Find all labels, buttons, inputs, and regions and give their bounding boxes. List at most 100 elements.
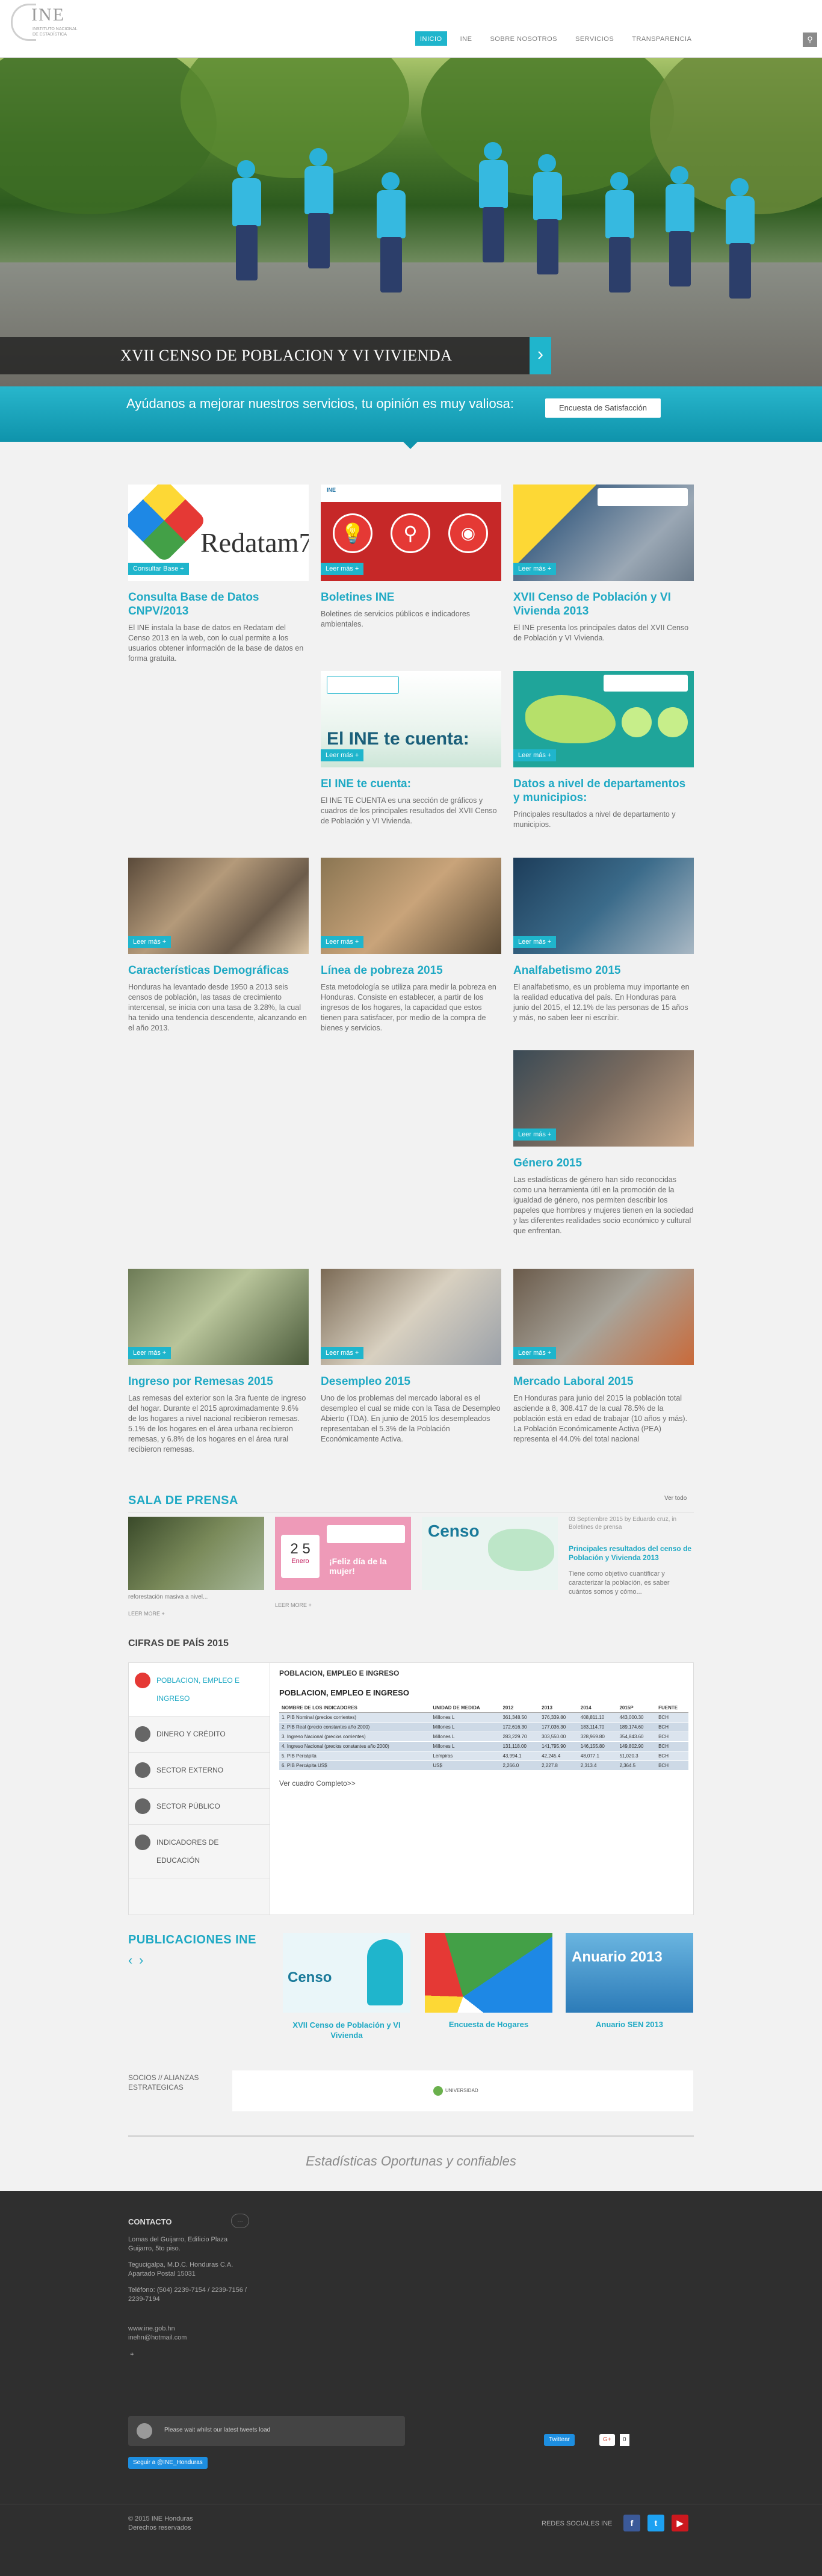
card-text: El analfabetismo, es un problema muy imp… bbox=[513, 983, 690, 1022]
card-more-button[interactable]: Leer más + bbox=[321, 749, 364, 761]
card-title[interactable]: Datos a nivel de departamentos y municip… bbox=[513, 777, 694, 805]
table-cell: 2,313.4 bbox=[578, 1760, 617, 1771]
nav-item-transparencia[interactable]: TRANSPARENCIA bbox=[627, 31, 696, 46]
card-title[interactable]: Línea de pobreza 2015 bbox=[321, 964, 501, 977]
card-title[interactable]: Analfabetismo 2015 bbox=[513, 964, 694, 977]
tweet-loading-text: Please wait whilst our latest tweets loa… bbox=[164, 2427, 271, 2433]
card-departamentos: Leer más + Datos a nivel de departamento… bbox=[513, 671, 694, 830]
nav-item-servicios[interactable]: SERVICIOS bbox=[570, 31, 619, 46]
table-cell: BCH bbox=[656, 1751, 688, 1761]
redatam-logo-shape bbox=[128, 485, 207, 563]
card-title[interactable]: Género 2015 bbox=[513, 1156, 694, 1170]
chevron-right-icon[interactable]: › bbox=[139, 1952, 143, 1968]
search-icon[interactable]: ⚲ bbox=[803, 33, 817, 47]
chevron-right-icon[interactable]: › bbox=[530, 337, 551, 374]
card-title[interactable]: Consulta Base de Datos CNPV/2013 bbox=[128, 590, 309, 618]
footer-web-link[interactable]: www.ine.gob.hn bbox=[128, 2324, 175, 2333]
card-title[interactable]: Mercado Laboral 2015 bbox=[513, 1375, 694, 1389]
card-image[interactable]: El INE te cuenta: Leer más + bbox=[321, 671, 501, 767]
site-footer: CONTACTO … Lomas del Guijarro, Edificio … bbox=[0, 2191, 822, 2576]
card-image[interactable]: INE 💡 ⚲ ◉ Leer más + bbox=[321, 485, 501, 581]
press-item[interactable] bbox=[128, 1517, 264, 1590]
card-image[interactable]: Leer más + bbox=[513, 671, 694, 767]
facebook-icon[interactable]: f bbox=[623, 2515, 640, 2531]
table-row: 6. PIB Percápita US$ US$ 2,266.0 2,227.8 2,3… bbox=[279, 1760, 688, 1771]
table-cell: 43,994.1 bbox=[500, 1751, 540, 1761]
footer-email-link[interactable]: inehn@hotmail.com bbox=[128, 2333, 187, 2342]
location-pin-icon[interactable]: ⌖ bbox=[130, 2350, 134, 2359]
twitter-icon[interactable]: t bbox=[647, 2515, 664, 2531]
card-title[interactable]: Ingreso por Remesas 2015 bbox=[128, 1375, 309, 1389]
census-worker-figure bbox=[530, 154, 566, 274]
gplus-button[interactable]: G+ bbox=[599, 2434, 615, 2446]
card-image[interactable]: Leer más + bbox=[321, 1269, 501, 1365]
card-more-button[interactable]: Leer más + bbox=[513, 749, 557, 761]
card-image[interactable]: Leer más + bbox=[128, 1269, 309, 1365]
card-image[interactable]: Leer más + bbox=[128, 858, 309, 954]
site-logo[interactable]: INE INSTITUTO NACIONAL DE ESTADÍSTICA bbox=[11, 4, 101, 46]
card-more-button[interactable]: Leer más + bbox=[513, 1347, 557, 1359]
cifras-tab-publico[interactable]: SECTOR PÚBLICO bbox=[129, 1789, 270, 1825]
press-view-all-link[interactable]: Ver todo bbox=[664, 1495, 687, 1502]
calendar-icon: 2 5 Enero bbox=[281, 1535, 320, 1578]
survey-band: Ayúdanos a mejorar nuestros servicios, t… bbox=[0, 386, 822, 449]
card-title[interactable]: Boletines INE bbox=[321, 590, 501, 604]
publication-title[interactable]: XVII Censo de Población y VI Vivienda bbox=[283, 2020, 410, 2040]
card-more-button[interactable]: Leer más + bbox=[321, 563, 364, 575]
table-cell: 141,795.90 bbox=[539, 1741, 578, 1751]
publication-cover[interactable]: Anuario 2013 bbox=[566, 1933, 693, 2013]
card-more-button[interactable]: Leer más + bbox=[321, 1347, 364, 1359]
card-more-button[interactable]: Leer más + bbox=[128, 936, 172, 948]
table-cell: 149,802.90 bbox=[617, 1741, 657, 1751]
card-image[interactable]: Leer más + bbox=[513, 858, 694, 954]
publications-title: PUBLICACIONES INE bbox=[128, 1933, 256, 1946]
nav-item-sobre-nosotros[interactable]: SOBRE NOSOTROS bbox=[485, 31, 562, 46]
cifras-full-table-link[interactable]: Ver cuadro Completo>> bbox=[279, 1779, 688, 1788]
twitter-tweet-button[interactable]: Twittear bbox=[544, 2434, 575, 2446]
card-image[interactable]: Leer más + bbox=[321, 858, 501, 954]
chevron-left-icon[interactable]: ‹ bbox=[128, 1952, 132, 1968]
publication-cover[interactable] bbox=[425, 1933, 552, 2013]
table-cell: 51,020.3 bbox=[617, 1751, 657, 1761]
publication-title[interactable]: Encuesta de Hogares bbox=[425, 2020, 552, 2029]
publication-title[interactable]: Anuario SEN 2013 bbox=[566, 2020, 693, 2029]
press-headline-link[interactable]: Principales resultados del censo de Pobl… bbox=[569, 1544, 694, 1562]
cifras-tab-dinero[interactable]: DINERO Y CRÉDITO bbox=[129, 1717, 270, 1753]
card-image[interactable]: Leer más + bbox=[513, 1050, 694, 1147]
table-cell: Millones L bbox=[430, 1722, 501, 1732]
card-censo: Leer más + XVII Censo de Población y VI … bbox=[513, 485, 694, 643]
press-more-link[interactable]: LEER MORE + bbox=[128, 1611, 165, 1617]
table-cell: Millones L bbox=[430, 1741, 501, 1751]
press-more-link[interactable]: LEER MORE + bbox=[275, 1602, 312, 1608]
chat-bubble-icon: … bbox=[231, 2214, 249, 2228]
card-image[interactable]: Leer más + bbox=[513, 1269, 694, 1365]
card-more-button[interactable]: Leer más + bbox=[128, 1347, 172, 1359]
cifras-heading: POBLACION, EMPLEO E INGRESO bbox=[279, 1669, 400, 1677]
card-image[interactable]: Redatam7 Consultar Base + bbox=[128, 485, 309, 581]
card-more-button[interactable]: Leer más + bbox=[321, 936, 364, 948]
publication-cover[interactable]: Censo bbox=[283, 1933, 410, 2013]
twitter-follow-button[interactable]: Seguir a @INE_Honduras bbox=[128, 2457, 208, 2469]
card-title[interactable]: XVII Censo de Población y VI Vivienda 20… bbox=[513, 590, 694, 618]
card-more-button[interactable]: Leer más + bbox=[513, 1129, 557, 1141]
card-more-button[interactable]: Consultar Base + bbox=[128, 563, 189, 575]
card-more-button[interactable]: Leer más + bbox=[513, 563, 557, 575]
cifras-tab-externo[interactable]: SECTOR EXTERNO bbox=[129, 1753, 270, 1789]
card-image[interactable]: Leer más + bbox=[513, 485, 694, 581]
nav-item-ine[interactable]: INE bbox=[456, 31, 477, 46]
cifras-table-title: POBLACION, EMPLEO E INGRESO bbox=[279, 1688, 409, 1697]
cifras-tab-poblacion[interactable]: POBLACION, EMPLEO E INGRESO bbox=[129, 1663, 270, 1717]
table-header: UNIDAD DE MEDIDA bbox=[430, 1703, 501, 1713]
card-more-button[interactable]: Leer más + bbox=[513, 936, 557, 948]
census-worker-figure bbox=[475, 142, 511, 262]
card-title[interactable]: El INE te cuenta: bbox=[321, 777, 501, 791]
survey-button[interactable]: Encuesta de Satisfacción bbox=[545, 398, 661, 418]
card-title[interactable]: Desempleo 2015 bbox=[321, 1375, 501, 1389]
cifras-tab-educacion[interactable]: INDICADORES DE EDUCACIÓN bbox=[129, 1825, 270, 1878]
press-item[interactable]: Censo bbox=[422, 1517, 558, 1590]
youtube-icon[interactable]: ▶ bbox=[672, 2515, 688, 2531]
card-title[interactable]: Características Demográficas bbox=[128, 964, 309, 977]
press-item[interactable]: 2 5 Enero ¡Feliz día de la mujer! bbox=[275, 1517, 411, 1590]
partner-logo-icon[interactable] bbox=[433, 2086, 443, 2096]
nav-item-inicio[interactable]: INICIO bbox=[415, 31, 447, 46]
